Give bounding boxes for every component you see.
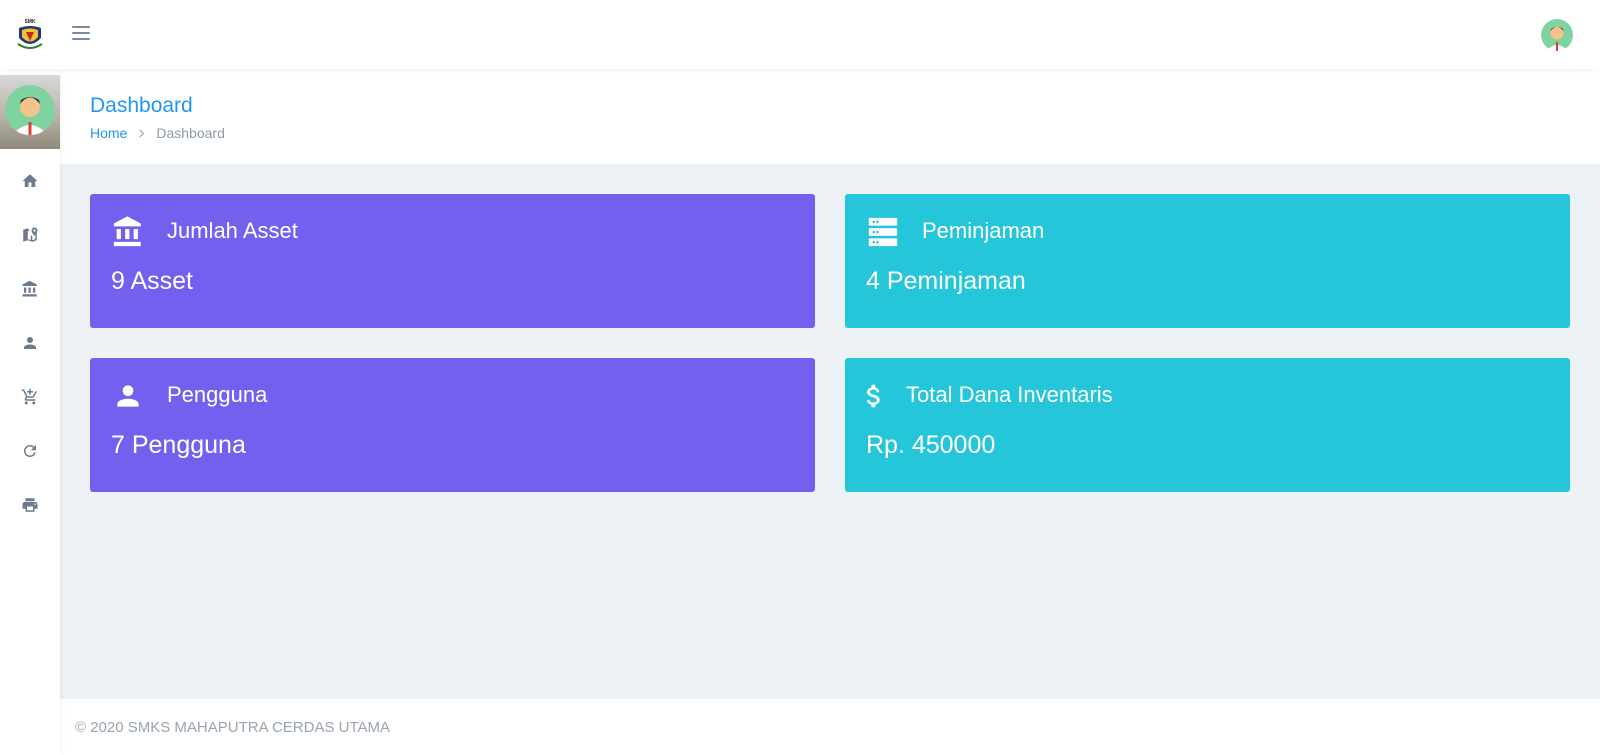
user-icon xyxy=(110,378,146,414)
card-title: Pengguna xyxy=(167,382,268,407)
card-title: Jumlah Asset xyxy=(167,218,298,243)
page-header: Dashboard Home Dashboard xyxy=(60,69,1600,164)
card-total-dana-inventaris[interactable]: Total Dana Inventaris Rp. 450000 xyxy=(845,358,1570,492)
card-value: 4 Peminjaman xyxy=(866,267,1026,295)
card-value: 9 Asset xyxy=(111,267,193,295)
school-logo[interactable]: SMK xyxy=(12,16,48,54)
breadcrumb: Home Dashboard xyxy=(90,125,225,141)
card-pengguna[interactable]: Pengguna 7 Pengguna xyxy=(90,358,815,492)
user-icon[interactable] xyxy=(19,332,41,354)
home-icon[interactable] xyxy=(19,170,41,192)
page-title: Dashboard xyxy=(90,94,193,117)
footer-copyright: © 2020 SMKS MAHAPUTRA CERDAS UTAMA xyxy=(75,719,391,736)
breadcrumb-current: Dashboard xyxy=(156,125,225,141)
bank-icon[interactable] xyxy=(19,278,41,300)
dollar-icon xyxy=(859,378,889,414)
card-title: Total Dana Inventaris xyxy=(906,382,1113,407)
cart-add-icon[interactable] xyxy=(19,386,41,408)
card-value: 7 Pengguna xyxy=(111,431,246,459)
profile-avatar[interactable] xyxy=(5,85,55,135)
card-jumlah-asset[interactable]: Jumlah Asset 9 Asset xyxy=(90,194,815,328)
bank-icon xyxy=(110,214,146,250)
svg-text:SMK: SMK xyxy=(24,19,36,25)
map-marker-icon[interactable] xyxy=(19,224,41,246)
user-avatar-icon[interactable] xyxy=(1541,19,1573,51)
sidebar-profile xyxy=(0,75,60,149)
server-icon xyxy=(865,214,901,250)
top-navbar: SMK xyxy=(0,0,1600,69)
printer-icon[interactable] xyxy=(19,494,41,516)
chevron-right-icon xyxy=(137,126,146,141)
card-title: Peminjaman xyxy=(922,218,1045,243)
hamburger-menu-icon[interactable] xyxy=(70,23,92,43)
footer: © 2020 SMKS MAHAPUTRA CERDAS UTAMA xyxy=(60,699,1600,755)
card-value: Rp. 450000 xyxy=(866,431,996,459)
card-peminjaman[interactable]: Peminjaman 4 Peminjaman xyxy=(845,194,1570,328)
sidebar xyxy=(0,69,60,755)
refresh-icon[interactable] xyxy=(19,440,41,462)
breadcrumb-home-link[interactable]: Home xyxy=(90,125,127,141)
